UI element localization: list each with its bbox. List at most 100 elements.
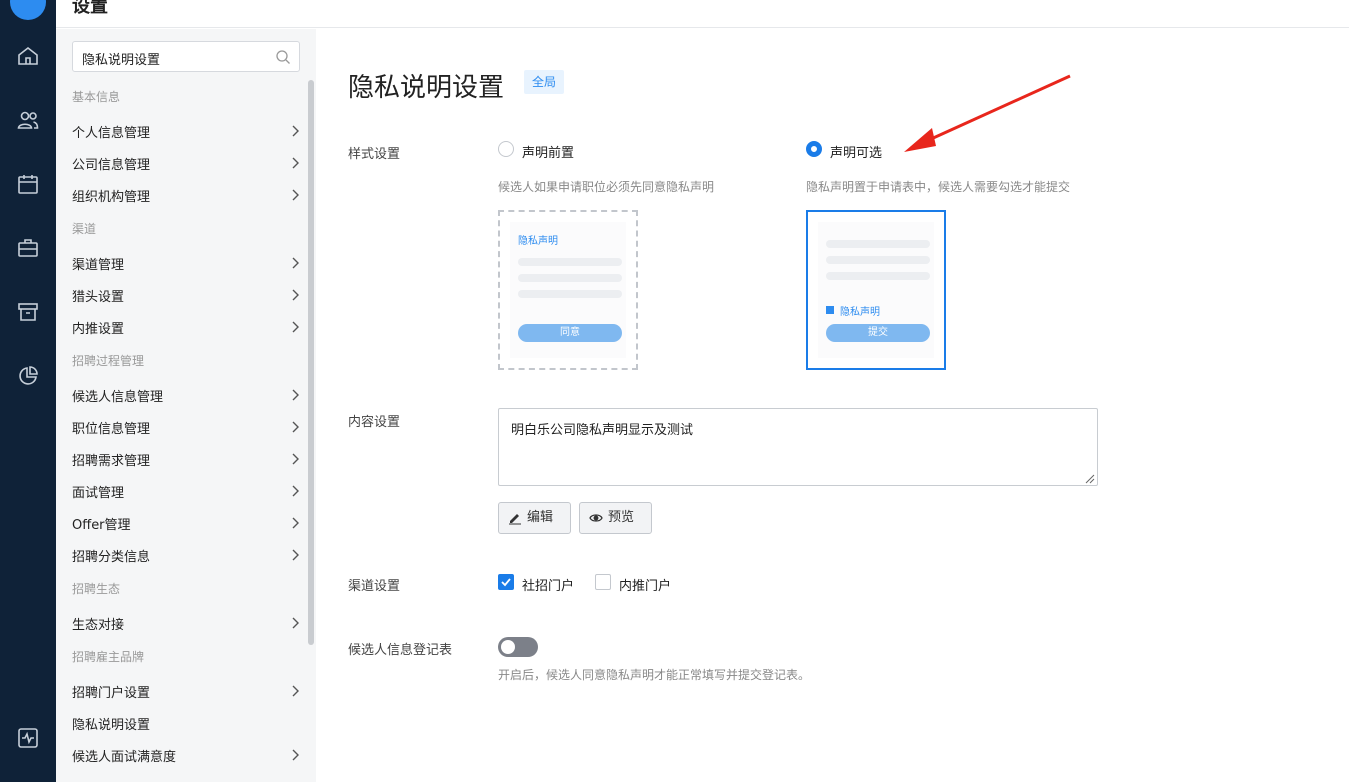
front-statement-desc: 候选人如果申请职位必须先同意隐私声明 xyxy=(498,180,715,194)
search-value[interactable]: 隐私说明设置 xyxy=(82,49,160,68)
checkbox-social-portal-label[interactable]: 社招门户 xyxy=(522,575,574,594)
checkbox-social-portal[interactable] xyxy=(498,574,514,590)
preview-paper: 隐私声明 同意 xyxy=(510,222,626,358)
preview-paper: 隐私声明 提交 xyxy=(818,222,934,358)
preview-submit-button: 提交 xyxy=(826,324,930,342)
chevron-right-icon xyxy=(290,484,300,498)
scope-badge: 全局 xyxy=(524,70,565,94)
search-input[interactable]: 隐私说明设置 xyxy=(72,41,300,72)
sidebar-item-label: 招聘分类信息 xyxy=(72,550,151,565)
group-label: 招聘生态 xyxy=(72,582,121,596)
registry-toggle[interactable] xyxy=(498,637,538,657)
radio-front-statement-label[interactable]: 声明前置 xyxy=(522,142,574,161)
content-settings-label: 内容设置 xyxy=(348,415,401,430)
chevron-right-icon xyxy=(290,452,300,466)
edit-icon xyxy=(509,514,521,525)
toggle-knob xyxy=(501,640,515,654)
sidebar-item-label: 候选人信息管理 xyxy=(72,390,164,405)
eye-icon xyxy=(589,514,603,522)
sidebar-item-offer[interactable]: Offer管理 xyxy=(72,514,300,536)
group-label: 招聘过程管理 xyxy=(72,354,145,368)
preview-button[interactable]: 预览 xyxy=(579,502,652,534)
sidebar-item-label: 隐私说明设置 xyxy=(72,718,151,733)
content-textarea[interactable]: 明白乐公司隐私声明显示及测试 xyxy=(498,408,1098,486)
sidebar-item-privacy[interactable]: 隐私说明设置 xyxy=(72,714,300,736)
sidebar-item-job-info[interactable]: 职位信息管理 xyxy=(72,418,300,440)
app-rail xyxy=(0,0,56,782)
sidebar-item-label: 职位信息管理 xyxy=(72,422,151,437)
sidebar-item-label: 公司信息管理 xyxy=(72,158,151,173)
sidebar-item-label: 组织机构管理 xyxy=(72,190,151,205)
chevron-right-icon xyxy=(290,288,300,302)
chevron-right-icon xyxy=(290,616,300,630)
calendar-icon[interactable] xyxy=(16,172,40,196)
top-bar: 设置 xyxy=(56,0,1349,28)
sidebar-item-org-structure[interactable]: 组织机构管理 xyxy=(72,186,300,208)
preview-button-label: 预览 xyxy=(608,510,635,525)
sidebar-item-requirements[interactable]: 招聘需求管理 xyxy=(72,450,300,472)
placeholder-line xyxy=(826,256,930,264)
placeholder-line xyxy=(826,272,930,280)
channel-settings-label: 渠道设置 xyxy=(348,579,401,594)
chevron-right-icon xyxy=(290,156,300,170)
page-header-title: 设置 xyxy=(72,0,108,17)
preview-card-optional[interactable]: 隐私声明 提交 xyxy=(806,210,946,370)
sidebar-item-referral[interactable]: 内推设置 xyxy=(72,318,300,340)
preview-card-front[interactable]: 隐私声明 同意 xyxy=(498,210,638,370)
sidebar-item-categories[interactable]: 招聘分类信息 xyxy=(72,546,300,568)
chevron-right-icon xyxy=(290,748,300,762)
chevron-right-icon xyxy=(290,420,300,434)
preview-checkbox xyxy=(826,306,834,314)
style-settings-label: 样式设置 xyxy=(348,147,401,162)
users-icon[interactable] xyxy=(16,108,40,132)
sidebar-item-label: 个人信息管理 xyxy=(72,126,151,141)
sidebar-item-candidate-info[interactable]: 候选人信息管理 xyxy=(72,386,300,408)
sidebar-item-label: 面试管理 xyxy=(72,486,125,501)
edit-button[interactable]: 编辑 xyxy=(498,502,571,534)
app-logo[interactable] xyxy=(10,0,46,20)
chevron-right-icon xyxy=(290,684,300,698)
resize-handle-icon[interactable] xyxy=(1085,473,1095,484)
settings-sidebar: 隐私说明设置 基本信息 个人信息管理 公司信息管理 组织机构管理 渠道 渠道管理… xyxy=(56,29,316,782)
sidebar-item-interviews[interactable]: 面试管理 xyxy=(72,482,300,504)
sidebar-item-company-info[interactable]: 公司信息管理 xyxy=(72,154,300,176)
content-text: 明白乐公司隐私声明显示及测试 xyxy=(511,423,694,438)
sidebar-item-channels[interactable]: 渠道管理 xyxy=(72,254,300,276)
sidebar-item-portal[interactable]: 招聘门户设置 xyxy=(72,682,300,704)
radio-front-statement[interactable] xyxy=(498,141,514,157)
radio-optional-statement[interactable] xyxy=(806,141,822,157)
sidebar-item-label: Offer管理 xyxy=(72,518,131,533)
page-title: 隐私说明设置 xyxy=(348,73,505,103)
sidebar-item-label: 猎头设置 xyxy=(72,290,125,305)
chevron-right-icon xyxy=(290,320,300,334)
sidebar-scrollbar[interactable] xyxy=(308,80,314,645)
search-icon[interactable] xyxy=(275,49,291,65)
activity-icon[interactable] xyxy=(16,726,40,750)
sidebar-item-headhunter[interactable]: 猎头设置 xyxy=(72,286,300,308)
sidebar-item-satisfaction[interactable]: 候选人面试满意度 xyxy=(72,746,300,768)
checkbox-referral-portal-label[interactable]: 内推门户 xyxy=(619,575,671,594)
preview-check-label: 隐私声明 xyxy=(840,307,880,318)
archive-icon[interactable] xyxy=(16,300,40,324)
sidebar-item-personal-info[interactable]: 个人信息管理 xyxy=(72,122,300,144)
annotation-arrow xyxy=(904,74,1071,152)
sidebar-item-label: 内推设置 xyxy=(72,322,125,337)
chevron-right-icon xyxy=(290,256,300,270)
sidebar-item-ecosystem[interactable]: 生态对接 xyxy=(72,614,300,636)
briefcase-icon[interactable] xyxy=(16,236,40,260)
checkbox-referral-portal[interactable] xyxy=(595,574,611,590)
home-icon[interactable] xyxy=(16,44,40,68)
sidebar-item-label: 招聘门户设置 xyxy=(72,686,151,701)
radio-optional-statement-label[interactable]: 声明可选 xyxy=(830,142,882,161)
placeholder-line xyxy=(518,290,622,298)
placeholder-line xyxy=(518,258,622,266)
registry-label: 候选人信息登记表 xyxy=(348,643,453,658)
chevron-right-icon xyxy=(290,548,300,562)
pie-chart-icon[interactable] xyxy=(16,364,40,388)
edit-button-label: 编辑 xyxy=(527,510,554,525)
optional-statement-desc: 隐私声明置于申请表中，候选人需要勾选才能提交 xyxy=(806,180,1071,194)
chevron-right-icon xyxy=(290,388,300,402)
registry-desc: 开启后，候选人同意隐私声明才能正常填写并提交登记表。 xyxy=(498,668,811,682)
preview-title: 隐私声明 xyxy=(518,236,558,247)
sidebar-item-label: 招聘需求管理 xyxy=(72,454,151,469)
